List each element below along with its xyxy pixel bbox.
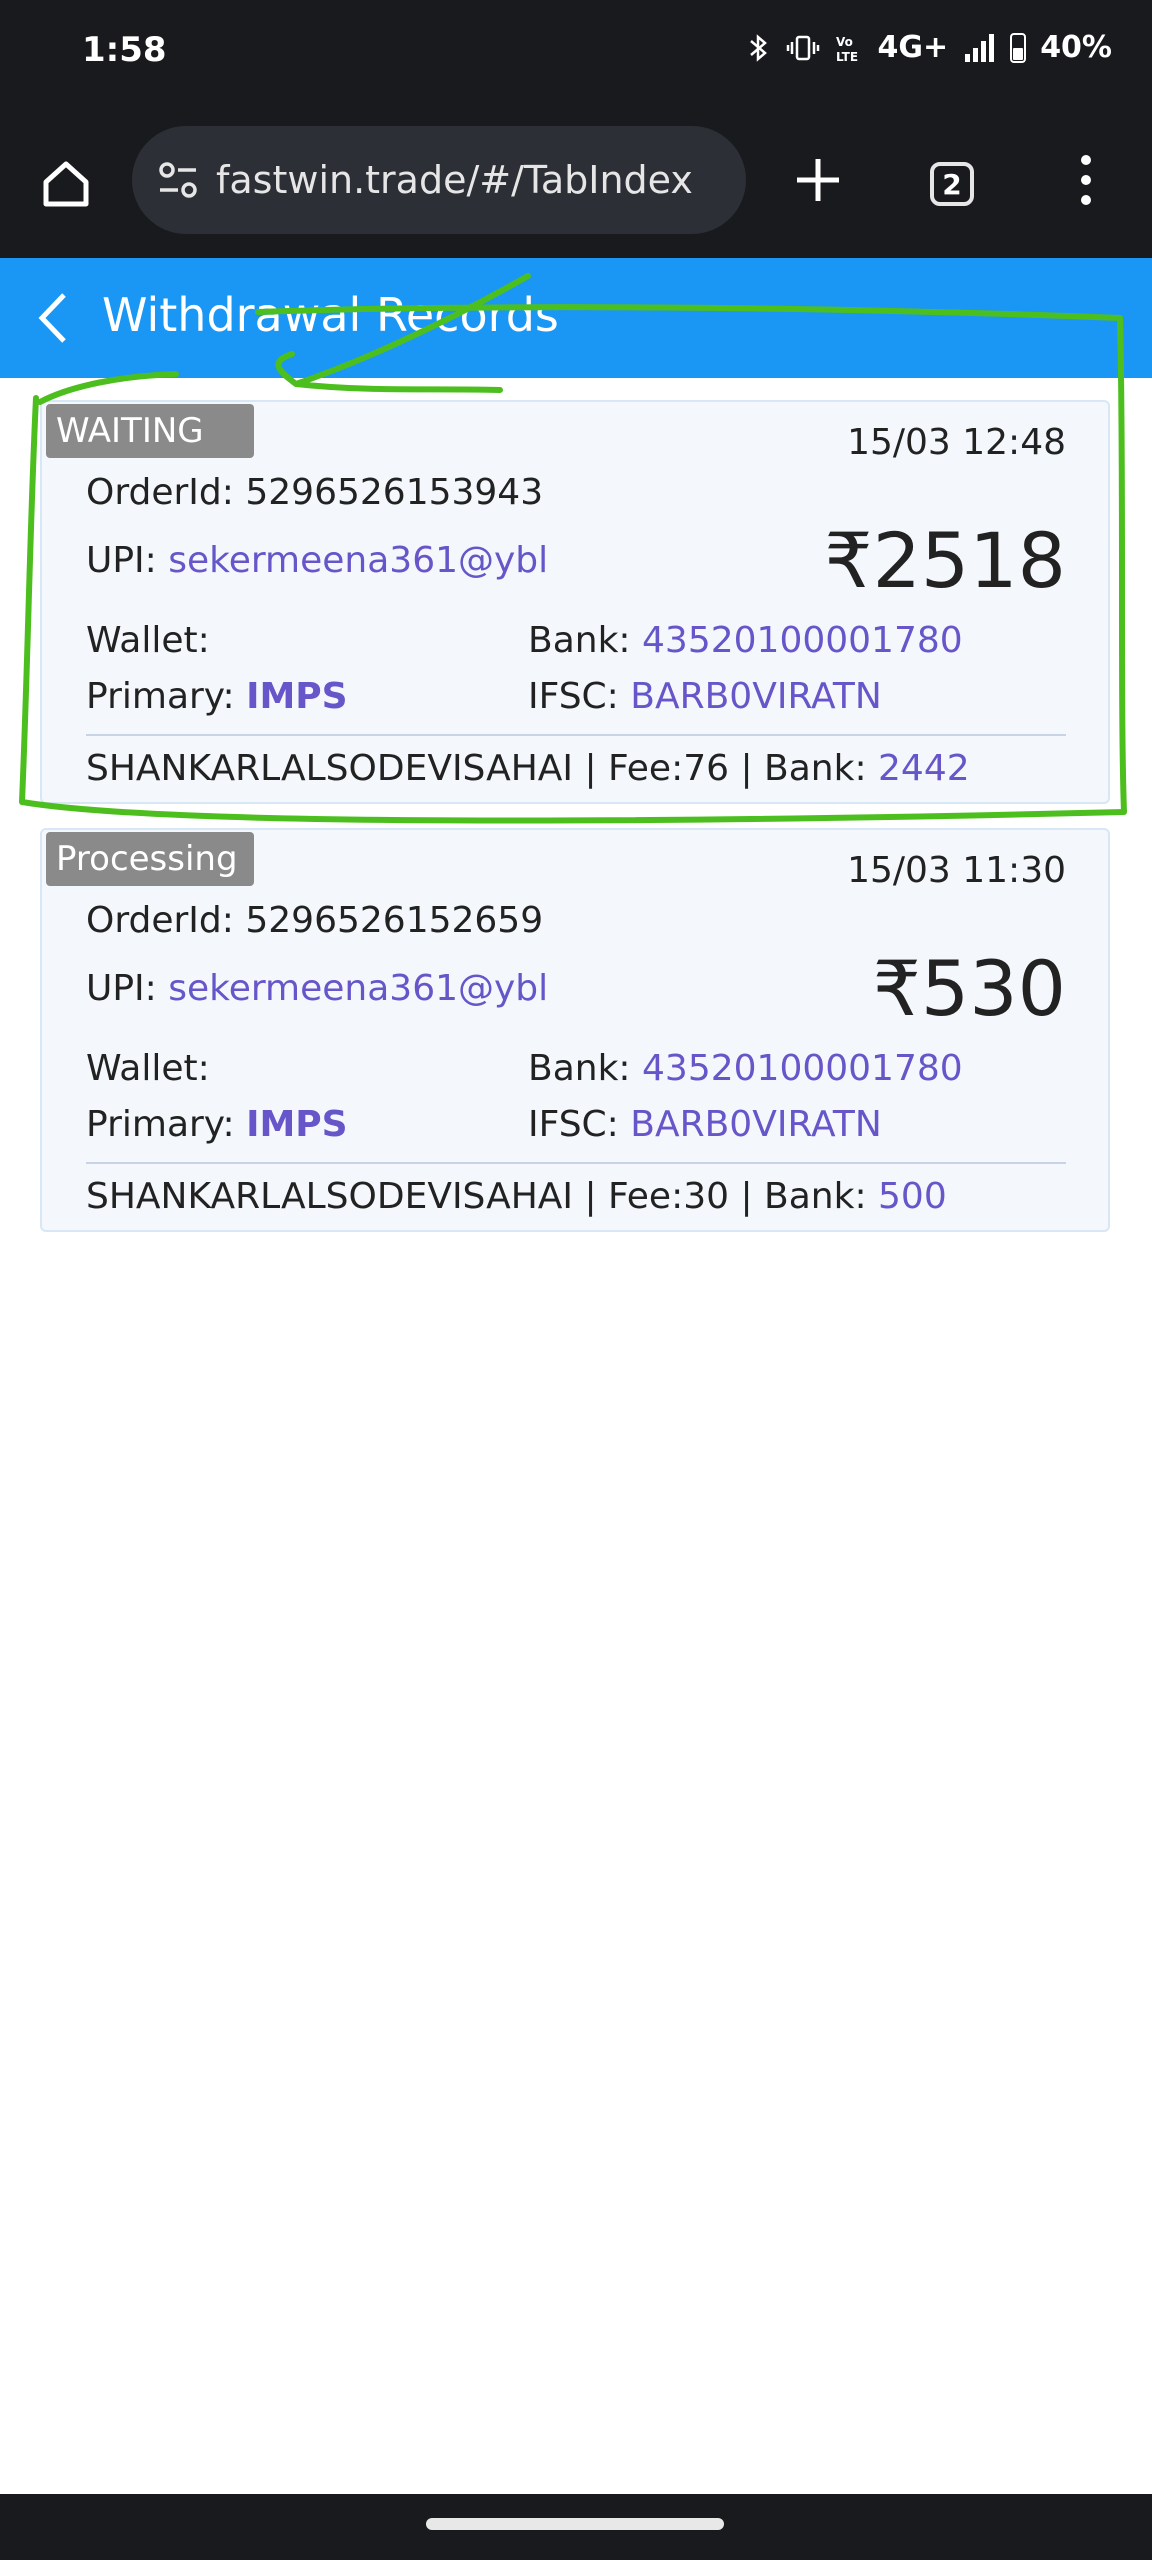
status-time: 1:58 <box>82 30 167 70</box>
upi-label: UPI: <box>86 540 157 581</box>
chevron-left-icon <box>38 293 66 343</box>
network-type: 4G+ <box>877 30 949 65</box>
battery-icon <box>1010 32 1027 63</box>
volte-icon: VoLTE <box>836 35 858 64</box>
wallet-label: Wallet: <box>86 1048 210 1089</box>
bank-account-value: 43520100001780 <box>642 620 963 661</box>
tab-count: 2 <box>930 162 974 206</box>
primary-value: IMPS <box>246 676 348 717</box>
new-tab-button[interactable] <box>778 140 858 220</box>
address-bar[interactable]: fastwin.trade/#/TabIndex <box>132 126 746 234</box>
bank-amount-value: 2442 <box>878 748 970 789</box>
svg-text:Vo: Vo <box>836 35 853 49</box>
home-button[interactable] <box>28 146 104 222</box>
back-button[interactable] <box>18 282 90 354</box>
upi-value: sekermeena361@ybl <box>168 968 549 1009</box>
primary-row: Primary: IMPS <box>86 676 348 717</box>
highlight-outline-stroke <box>37 371 179 405</box>
upi-value: sekermeena361@ybl <box>168 540 549 581</box>
app-header: Withdrawal Records <box>0 258 1152 378</box>
svg-text:LTE: LTE <box>836 50 858 64</box>
vibrate-icon <box>786 35 819 60</box>
order-id-row: OrderId: 5296526152659 <box>86 900 543 941</box>
record-datetime: 15/03 11:30 <box>847 850 1066 891</box>
more-vert-icon <box>1081 155 1091 205</box>
bank-account-row: Bank: 43520100001780 <box>528 620 963 661</box>
browser-menu-button[interactable] <box>1046 140 1126 220</box>
record-datetime: 15/03 12:48 <box>847 422 1066 463</box>
ifsc-value: BARB0VIRATN <box>630 676 882 717</box>
account-summary-row: SHANKARLALSODEVISAHAI | Fee:30 | Bank: 5… <box>86 1176 947 1217</box>
tab-switcher-button[interactable]: 2 <box>912 144 992 224</box>
order-id-label: OrderId: <box>86 472 234 513</box>
withdrawal-amount: ₹2518 <box>824 516 1066 605</box>
ifsc-label: IFSC: <box>528 676 619 717</box>
status-bar: 1:58 Vo LTE 4G+ 40% <box>0 0 1152 110</box>
upi-row: UPI: sekermeena361@ybl <box>86 540 548 581</box>
browser-toolbar: fastwin.trade/#/TabIndex 2 <box>0 110 1152 258</box>
plus-icon <box>797 159 839 201</box>
order-id-value: 5296526153943 <box>245 472 544 513</box>
withdrawal-amount: ₹530 <box>872 944 1066 1033</box>
account-summary-text: SHANKARLALSODEVISAHAI | Fee:30 | Bank: <box>86 1176 879 1217</box>
upi-label: UPI: <box>86 968 157 1009</box>
bank-account-row: Bank: 43520100001780 <box>528 1048 963 1089</box>
home-gesture-handle[interactable] <box>426 2518 724 2530</box>
bank-label: Bank: <box>528 1048 631 1089</box>
bluetooth-icon <box>749 33 767 62</box>
signal-icon <box>965 33 995 62</box>
status-badge: WAITING <box>46 404 254 458</box>
ifsc-value: BARB0VIRATN <box>630 1104 882 1145</box>
status-icons: Vo LTE 4G+ 40% <box>746 30 1112 65</box>
withdrawal-record-card[interactable]: WAITING 15/03 12:48 OrderId: 52965261539… <box>40 400 1110 804</box>
ifsc-row: IFSC: BARB0VIRATN <box>528 676 882 717</box>
card-divider <box>86 734 1066 736</box>
account-summary-text: SHANKARLALSODEVISAHAI | Fee:76 | Bank: <box>86 748 879 789</box>
primary-label: Primary: <box>86 1104 235 1145</box>
tune-icon <box>159 162 197 198</box>
ifsc-row: IFSC: BARB0VIRATN <box>528 1104 882 1145</box>
page-title: Withdrawal Records <box>102 288 559 342</box>
primary-row: Primary: IMPS <box>86 1104 348 1145</box>
status-badge: Processing <box>46 832 254 886</box>
withdrawal-record-card[interactable]: Processing 15/03 11:30 OrderId: 52965261… <box>40 828 1110 1232</box>
order-id-label: OrderId: <box>86 900 234 941</box>
wallet-label: Wallet: <box>86 620 210 661</box>
ifsc-label: IFSC: <box>528 1104 619 1145</box>
card-divider <box>86 1162 1066 1164</box>
hand-drawn-highlight <box>19 273 1127 824</box>
bank-account-value: 43520100001780 <box>642 1048 963 1089</box>
home-icon <box>43 161 89 207</box>
battery-level: 40% <box>1040 30 1112 65</box>
primary-value: IMPS <box>246 1104 348 1145</box>
order-id-value: 5296526152659 <box>245 900 544 941</box>
upi-row: UPI: sekermeena361@ybl <box>86 968 548 1009</box>
bank-amount-value: 500 <box>878 1176 947 1217</box>
system-navigation-bar <box>0 2494 1152 2560</box>
bank-label: Bank: <box>528 620 631 661</box>
url-text[interactable]: fastwin.trade/#/TabIndex <box>216 158 693 202</box>
primary-label: Primary: <box>86 676 235 717</box>
order-id-row: OrderId: 5296526153943 <box>86 472 543 513</box>
account-summary-row: SHANKARLALSODEVISAHAI | Fee:76 | Bank: 2… <box>86 748 970 789</box>
site-settings-button[interactable] <box>154 156 202 204</box>
